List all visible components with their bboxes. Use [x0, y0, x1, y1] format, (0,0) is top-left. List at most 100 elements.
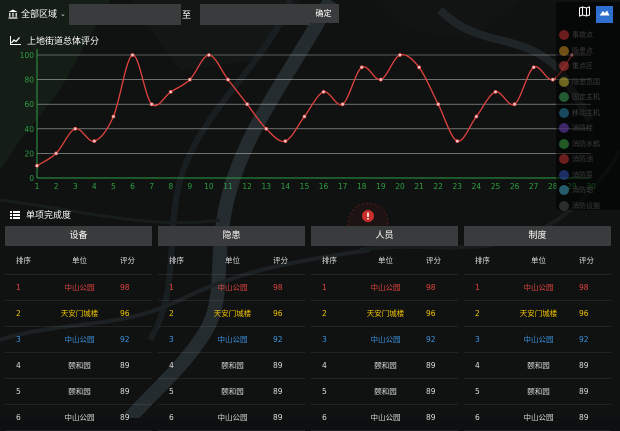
data-point — [550, 77, 555, 82]
cell-rank: 4 — [475, 361, 480, 370]
table-title: 人员 — [311, 226, 458, 246]
legend-item-label: 消防池 — [572, 155, 593, 163]
legend-item[interactable]: 消防栓 — [559, 121, 593, 135]
table-row[interactable]: 4 颐和园 89 — [158, 353, 305, 379]
x-tick-label: 7 — [149, 182, 154, 191]
table-row[interactable]: 4 颐和园 89 — [311, 353, 458, 379]
table-row[interactable]: 2 天安门城楼 96 — [5, 301, 152, 327]
region-select[interactable]: 全部区域 ⌄ — [8, 7, 66, 20]
cell-unit: 颐和园 — [68, 387, 91, 396]
y-tick-label: 80 — [24, 76, 34, 85]
legend-item[interactable]: 消防站 — [559, 183, 593, 197]
legend-item-label: 隐患范围 — [572, 77, 600, 86]
overall-score-line-chart: 0204060801001 2 3 4 5 6 7 8 9 10 11 12 13 14 15 16 17 18 1… — [20, 49, 596, 191]
legend-item-label: 重点区 — [572, 62, 593, 70]
cell-unit: 中山公园 — [217, 335, 248, 344]
cell-rank: 3 — [475, 335, 480, 344]
table-row[interactable]: 5 颐和园 89 — [5, 379, 152, 405]
start-date-input[interactable] — [69, 4, 181, 25]
table-row[interactable]: 5 颐和园 89 — [158, 379, 305, 405]
map-view-button[interactable] — [576, 6, 593, 23]
x-tick-label: 5 — [111, 182, 116, 191]
table-row[interactable]: 6 中山公园 89 — [158, 405, 305, 431]
table-row[interactable]: 5 颐和园 89 — [464, 379, 611, 405]
table-row[interactable]: 2 天安门城楼 96 — [464, 301, 611, 327]
cell-score: 98 — [579, 283, 589, 292]
table-header-row: 排序 单位 评分 — [158, 246, 305, 275]
legend-item[interactable]: 事故点 — [559, 28, 593, 42]
table-header-row: 排序 单位 评分 — [311, 246, 458, 275]
table-row[interactable]: 5 颐和园 89 — [311, 379, 458, 405]
cell-score: 89 — [426, 387, 436, 396]
table-row[interactable]: 3 中山公园 92 — [311, 327, 458, 353]
filter-toolbar: 全部区域 ⌄ 至 确定 — [0, 2, 560, 25]
score-table: 制度 排序 单位 评分 1 中山公园 98 2 天安门城楼 96 3 中山公园 92 4 颐和园 89 5 颐和园… — [464, 226, 611, 431]
table-row[interactable]: 2 天安门城楼 96 — [158, 301, 305, 327]
table-title: 制度 — [464, 226, 611, 246]
legend-item[interactable]: 重点区 — [559, 59, 593, 73]
legend-item-label: 消防水鹤 — [572, 139, 600, 148]
cell-rank: 4 — [169, 361, 174, 370]
legend-item[interactable]: 移动主机 — [559, 106, 600, 120]
table-header-row: 排序 单位 评分 — [464, 246, 611, 275]
cell-rank: 4 — [16, 361, 21, 370]
table-row[interactable]: 1 中山公园 98 — [5, 275, 152, 301]
x-tick-label: 4 — [92, 182, 97, 191]
end-date-input[interactable] — [200, 4, 310, 25]
x-tick-label: 19 — [376, 182, 386, 191]
legend-item-label: 固定主机 — [572, 93, 600, 101]
cell-score: 92 — [120, 335, 130, 344]
legend-dot-icon — [559, 92, 569, 102]
table-row[interactable]: 6 中山公园 89 — [464, 405, 611, 431]
table-row[interactable]: 1 中山公园 98 — [311, 275, 458, 301]
legend-item-label: 消防设施 — [572, 201, 600, 210]
cell-score: 96 — [426, 309, 436, 318]
legend-item[interactable]: 固定主机 — [559, 90, 600, 104]
table-row[interactable]: 3 中山公园 92 — [464, 327, 611, 353]
legend-item-label: 消防泵 — [572, 170, 593, 179]
column-header-rank: 排序 — [322, 255, 337, 265]
list-title: 单项完成度 — [26, 211, 72, 221]
table-row[interactable]: 3 中山公园 92 — [5, 327, 152, 353]
table-row[interactable]: 4 颐和园 89 — [464, 353, 611, 379]
cell-unit: 中山公园 — [370, 335, 401, 344]
table-row[interactable]: 4 颐和园 89 — [5, 353, 152, 379]
table-row[interactable]: 1 中山公园 98 — [464, 275, 611, 301]
x-tick-label: 6 — [130, 182, 135, 191]
table-row[interactable]: 6 中山公园 89 — [311, 405, 458, 431]
data-point — [302, 114, 307, 119]
legend-dot-icon — [559, 107, 569, 118]
cell-unit: 中山公园 — [217, 283, 248, 292]
cell-rank: 3 — [322, 335, 327, 344]
cell-unit: 颐和园 — [527, 387, 550, 396]
table-row[interactable]: 3 中山公园 92 — [158, 327, 305, 353]
data-point — [207, 53, 211, 57]
chart-title: 上地街道总体评分 — [27, 37, 100, 47]
satellite-view-button[interactable] — [596, 6, 613, 23]
column-header-unit: 单位 — [378, 255, 393, 265]
legend-item[interactable]: 消防设施 — [559, 199, 600, 213]
legend-item[interactable]: 消防池 — [559, 152, 593, 166]
cell-score: 92 — [579, 335, 589, 344]
x-tick-label: 27 — [529, 182, 539, 191]
legend-item[interactable]: 消防泵 — [559, 168, 593, 182]
cell-rank: 2 — [475, 309, 480, 318]
series-line — [36, 53, 573, 167]
x-tick-label: 21 — [414, 182, 424, 191]
cell-rank: 2 — [16, 309, 21, 318]
legend-item[interactable]: 隐患范围 — [559, 75, 600, 89]
x-tick-label: 20 — [395, 182, 405, 191]
legend-item[interactable]: 消防水鹤 — [559, 137, 600, 151]
table-row[interactable]: 6 中山公园 89 — [5, 405, 152, 431]
data-point — [54, 151, 59, 156]
table-row[interactable]: 2 天安门城楼 96 — [311, 301, 458, 327]
data-point — [493, 90, 498, 94]
legend-item[interactable]: 隐患点 — [559, 44, 593, 58]
y-tick-label: 100 — [20, 51, 35, 60]
list-icon — [10, 210, 20, 219]
legend-dot-icon — [559, 123, 569, 133]
confirm-button[interactable]: 确定 — [308, 4, 339, 23]
cell-score: 89 — [426, 361, 436, 370]
x-tick-label: 22 — [433, 182, 443, 191]
table-row[interactable]: 1 中山公园 98 — [158, 275, 305, 301]
